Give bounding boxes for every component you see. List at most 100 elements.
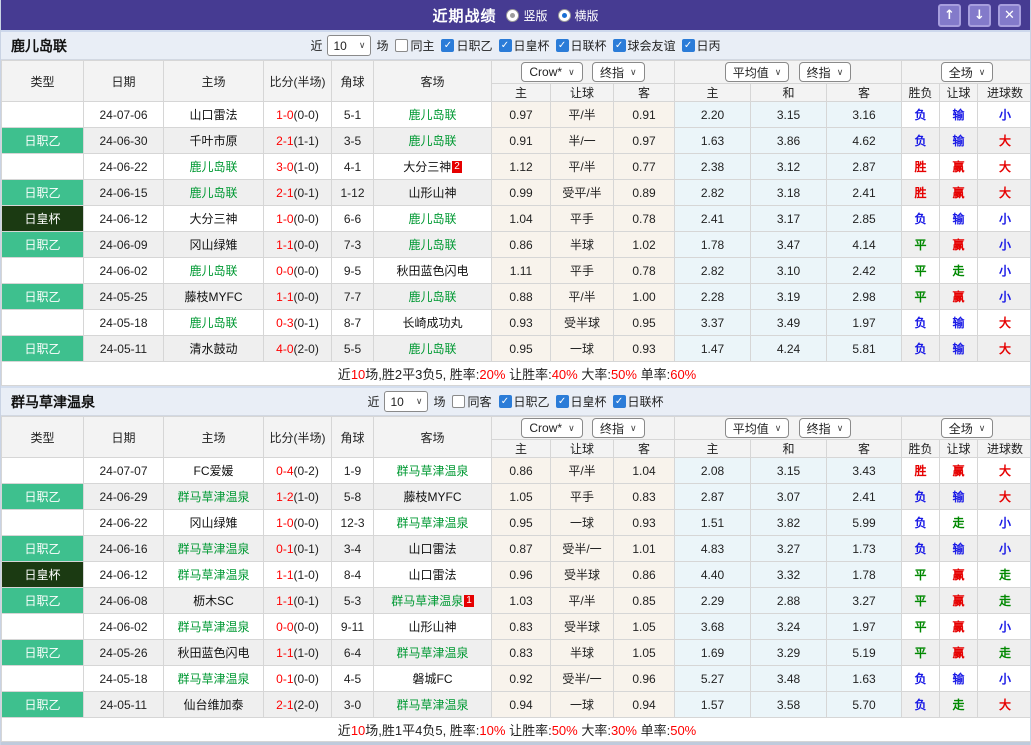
match-count-select[interactable]: 10 ∨ xyxy=(327,35,372,56)
handicap-away-odds: 0.78 xyxy=(613,257,675,284)
checkbox-checked-icon[interactable]: ✓ xyxy=(498,39,512,53)
league-filter[interactable]: ✓ 日皇杯 xyxy=(493,37,550,54)
same-venue-filter[interactable]: 同主 xyxy=(389,37,434,54)
result-wdl: 平 xyxy=(901,587,941,614)
team-label: 鹿儿岛联 xyxy=(408,212,457,226)
checkbox-checked-icon[interactable]: ✓ xyxy=(441,39,455,53)
away-team: 山口雷法 xyxy=(373,561,492,588)
average-odds-select[interactable]: 平均值 ∨ xyxy=(724,418,790,438)
match-date: 24-06-02 xyxy=(83,613,164,640)
avg-home-odds: 2.08 xyxy=(674,457,751,484)
result-goals: 小 xyxy=(977,535,1030,562)
corner-score: 12-3 xyxy=(331,509,374,536)
col-home: 主场 xyxy=(163,60,264,102)
home-team: 仙台维加泰 xyxy=(163,691,264,718)
summary-line: 近10场,胜1平4负5, 胜率:10% 让胜率:50% 大率:30% 单率:50… xyxy=(3,720,1030,739)
avg-away-odds: 3.27 xyxy=(825,587,903,614)
result-goals: 小 xyxy=(977,613,1030,640)
final-odds-select-2[interactable]: 终指 ∨ xyxy=(798,62,852,82)
results-table: 类型 日期 主场 比分(半场) 角球 客场 Crow* ∨ 终指 ∨ 平均值 ∨ 终指… xyxy=(1,416,1030,742)
checkbox-checked-icon[interactable]: ✓ xyxy=(681,39,695,53)
result-goals: 小 xyxy=(977,509,1030,536)
match-count-select[interactable]: 10 ∨ xyxy=(384,391,429,412)
fulltime-score: 1-1 xyxy=(276,289,294,304)
result-handicap: 走 xyxy=(939,257,979,284)
avg-away-odds: 2.98 xyxy=(825,283,903,310)
league-filter[interactable]: ✓ 日职乙 xyxy=(493,393,550,410)
league-filter[interactable]: ✓ 日职乙 xyxy=(435,37,493,54)
summary-segment: 40% xyxy=(551,367,578,382)
result-goals: 小 xyxy=(977,257,1030,284)
radio-selected-icon[interactable] xyxy=(557,8,571,22)
league-filter[interactable]: ✓ 日联杯 xyxy=(550,37,607,54)
close-button[interactable]: ✕ xyxy=(998,3,1021,27)
corner-score: 4-5 xyxy=(331,665,374,692)
fulltime-score: 0-1 xyxy=(276,671,294,686)
league-filter[interactable]: ✓ 球会友谊 xyxy=(607,37,676,54)
layout-radio-horizontal[interactable]: 横版 xyxy=(557,7,599,24)
checkbox-checked-icon[interactable]: ✓ xyxy=(498,395,512,409)
layout-radio-vertical[interactable]: 竖版 xyxy=(506,7,548,24)
handicap-home-odds: 0.86 xyxy=(491,457,551,484)
move-down-button[interactable]: ↓ xyxy=(968,3,991,27)
summary-segment: 大率: xyxy=(577,723,611,738)
avg-draw-odds: 3.82 xyxy=(750,509,827,536)
col-result-wdl: 胜负 xyxy=(901,439,941,458)
home-team: 冈山绿雉 xyxy=(163,231,264,258)
odds-company-select[interactable]: Crow* ∨ xyxy=(521,62,583,82)
league-filter[interactable]: ✓ 日联杯 xyxy=(607,393,664,410)
table-row: 日职乙 24-06-02 群马草津温泉 0-0(0-0) 9-11 山形山神 0.83 受半球… xyxy=(1,613,1030,640)
match-date: 24-06-12 xyxy=(83,205,164,232)
summary-segment: 60% xyxy=(670,367,697,382)
checkbox-unchecked-icon[interactable] xyxy=(452,395,466,408)
away-team: 群马草津温泉 xyxy=(373,639,492,666)
result-handicap: 赢 xyxy=(939,561,979,588)
team-label: 山口雷法 xyxy=(408,568,457,582)
result-wdl: 平 xyxy=(901,231,941,258)
match-scope-select[interactable]: 全场 ∨ xyxy=(940,418,994,438)
result-goals: 小 xyxy=(977,665,1030,692)
checkbox-checked-icon[interactable]: ✓ xyxy=(612,395,626,409)
team-label: 藤枝MYFC xyxy=(184,290,243,304)
checkbox-checked-icon[interactable]: ✓ xyxy=(555,39,569,53)
league-filter[interactable]: ✓ 日皇杯 xyxy=(550,393,607,410)
home-team: 秋田蓝色闪电 xyxy=(163,639,264,666)
team-label: 磐城FC xyxy=(412,672,453,686)
halftime-score: (0-1) xyxy=(293,541,319,556)
checkbox-checked-icon[interactable]: ✓ xyxy=(555,395,569,409)
match-date: 24-06-22 xyxy=(83,153,164,180)
final-odds-select[interactable]: 终指 ∨ xyxy=(592,418,645,438)
chevron-down-icon: ∨ xyxy=(836,422,844,433)
match-date: 24-06-12 xyxy=(83,561,164,588)
move-up-button[interactable]: ↑ xyxy=(938,3,961,27)
final-odds-select-2[interactable]: 终指 ∨ xyxy=(798,418,852,438)
league-badge: 日职乙 xyxy=(1,457,84,484)
col-home: 主场 xyxy=(163,416,264,458)
league-filter[interactable]: ✓ 日丙 xyxy=(676,37,721,54)
odds-company-select[interactable]: Crow* ∨ xyxy=(521,418,583,438)
avg-draw-odds: 3.32 xyxy=(750,561,827,588)
team-label: 秋田蓝色闪电 xyxy=(396,264,469,278)
halftime-score: (0-0) xyxy=(293,263,319,278)
result-handicap: 赢 xyxy=(939,153,979,180)
table-row: 日职乙 24-06-29 群马草津温泉 1-2(1-0) 5-8 藤枝MYFC 1.05 平手… xyxy=(1,483,1030,510)
result-wdl: 负 xyxy=(901,665,941,692)
avg-home-odds: 2.82 xyxy=(674,257,751,284)
league-badge: 日职乙 xyxy=(1,535,84,562)
same-venue-filter[interactable]: 同客 xyxy=(446,393,492,410)
result-handicap: 输 xyxy=(939,127,979,154)
halftime-score: (0-0) xyxy=(293,289,319,304)
handicap-home-odds: 0.97 xyxy=(491,101,551,128)
average-odds-select[interactable]: 平均值 ∨ xyxy=(724,62,790,82)
team-label: 群马草津温泉 xyxy=(177,542,250,556)
checkbox-unchecked-icon[interactable] xyxy=(395,39,409,52)
corner-score: 9-11 xyxy=(331,613,374,640)
chevron-down-icon: ∨ xyxy=(358,40,366,50)
match-scope-select[interactable]: 全场 ∨ xyxy=(940,62,994,82)
checkbox-checked-icon[interactable]: ✓ xyxy=(612,39,626,53)
final-odds-select[interactable]: 终指 ∨ xyxy=(592,62,645,82)
radio-unselected-icon[interactable] xyxy=(506,8,520,22)
corner-score: 5-8 xyxy=(331,483,374,510)
handicap-home-odds: 0.92 xyxy=(491,665,551,692)
team-label: 群马草津温泉 xyxy=(177,490,250,504)
